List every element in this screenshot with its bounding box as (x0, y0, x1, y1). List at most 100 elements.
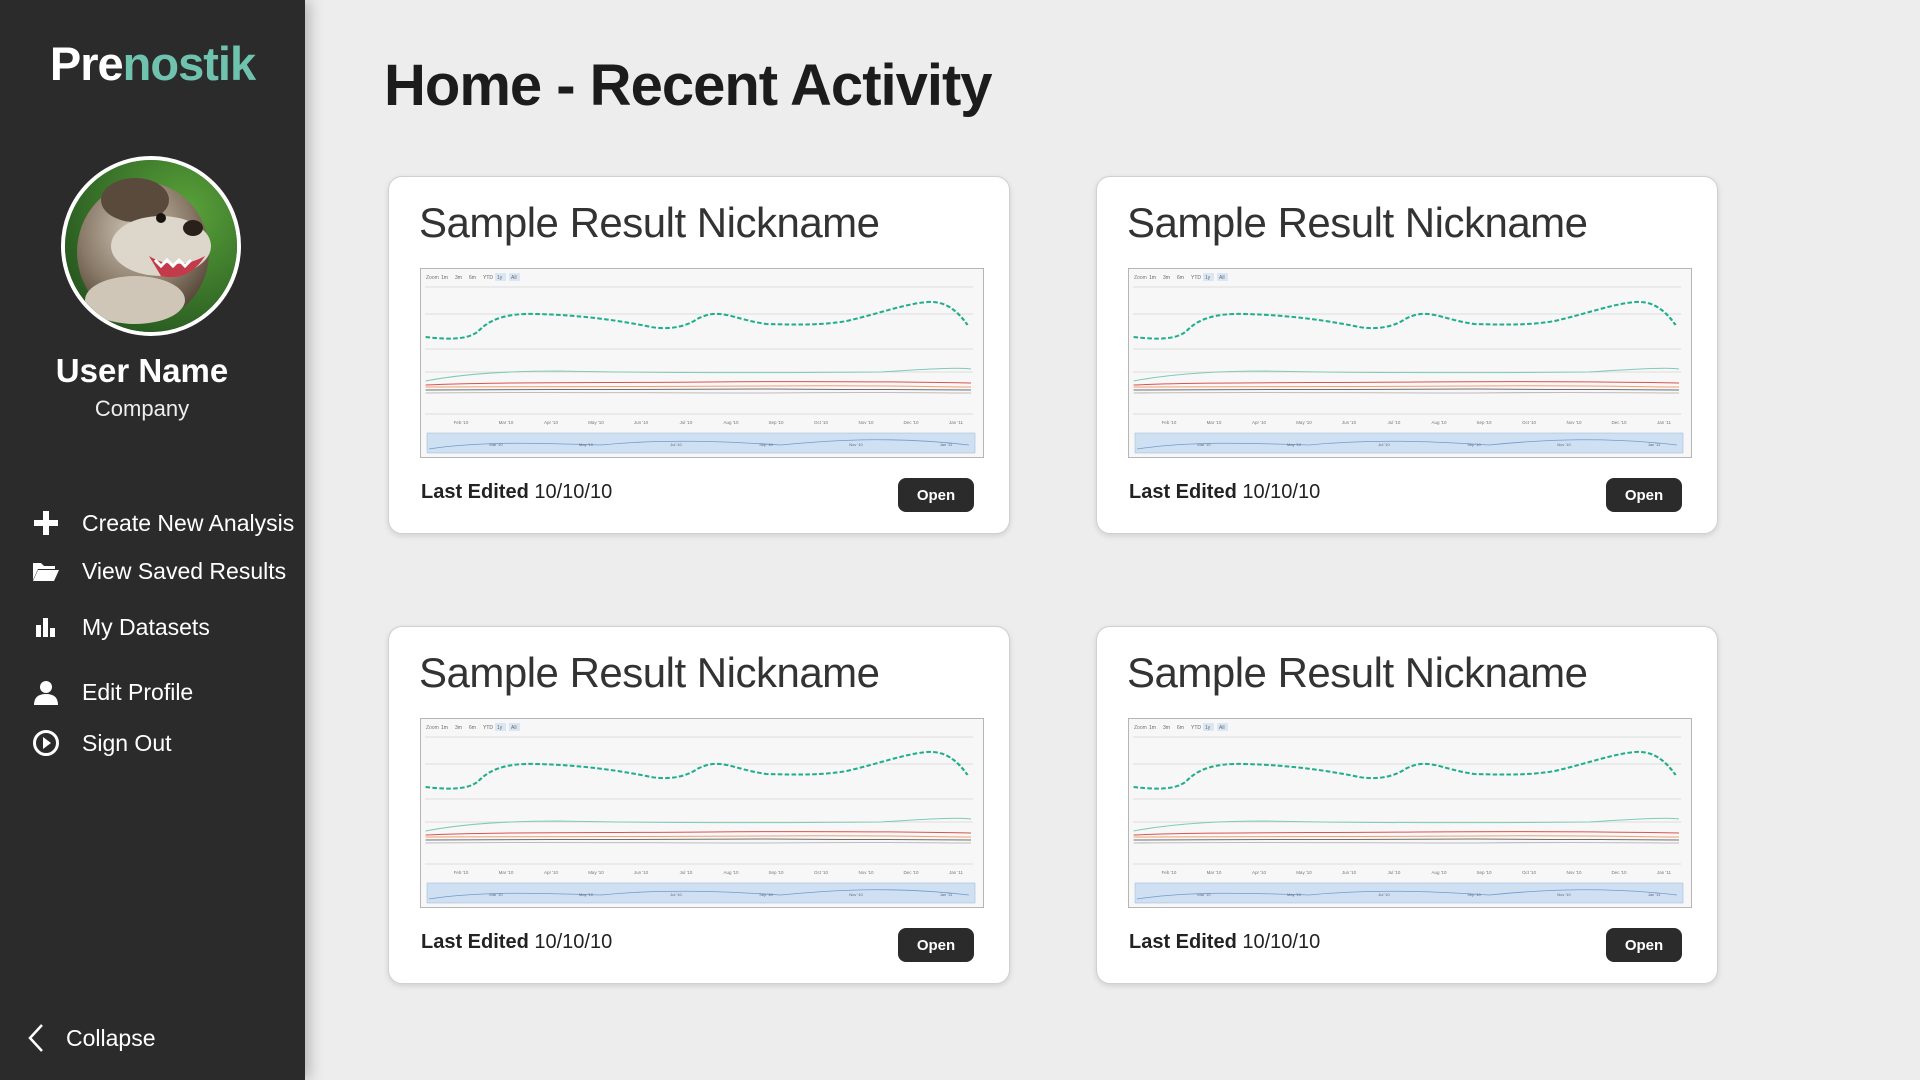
logo-text-part1: Pre (49, 37, 124, 90)
nav-edit-profile[interactable]: Edit Profile (30, 676, 193, 708)
result-card: Sample Result Nickname Zoom 1m 3m 6m YTD 1y Al… (388, 626, 1010, 984)
navigator-tick: Jan '11 (1648, 892, 1661, 897)
zoom-button: YTD (1191, 275, 1201, 281)
open-button[interactable]: Open (898, 928, 974, 962)
x-tick-label: May '10 (1296, 870, 1312, 875)
navigator-tick: Jan '11 (940, 442, 953, 447)
bar-chart-icon (30, 611, 62, 643)
open-button[interactable]: Open (1606, 928, 1682, 962)
collapse-label: Collapse (66, 1024, 156, 1051)
series-line (1133, 835, 1680, 838)
app-logo[interactable]: Prenostik (0, 36, 305, 91)
chart-thumbnail[interactable]: Zoom 1m 3m 6m YTD 1y All Feb '10 Mar '10 Apr '10 M… (420, 268, 984, 458)
x-tick-label: Dec '10 (1611, 870, 1627, 875)
navigator-tick: Mar '10 (1197, 442, 1211, 447)
zoom-button: 1y (497, 725, 503, 731)
zoom-label: Zoom (1134, 275, 1147, 281)
zoom-button: 1y (1205, 275, 1211, 281)
navigator-tick: Nov '10 (849, 892, 863, 897)
series-line (425, 817, 972, 832)
x-tick-label: May '10 (1296, 420, 1312, 425)
zoom-button: 3m (1163, 725, 1170, 731)
last-edited-value: 10/10/10 (1242, 931, 1321, 953)
x-tick-label: Mar '10 (499, 420, 514, 425)
chart-thumbnail[interactable]: Zoom 1m 3m 6m YTD 1y All Feb '10 Mar '10 Apr '10 M… (1128, 268, 1692, 458)
x-tick-label: Oct '10 (1522, 870, 1537, 875)
zoom-button: 1y (1205, 725, 1211, 731)
last-edited-label: Last Edited (421, 931, 529, 953)
zoom-button: 1y (497, 275, 503, 281)
zoom-button: 1m (1149, 275, 1156, 281)
x-tick-label: Aug '10 (723, 870, 739, 875)
x-tick-label: Sep '10 (768, 870, 784, 875)
navigator-tick: Sep '10 (759, 442, 773, 447)
x-tick-label: Jun '10 (634, 420, 649, 425)
zoom-label: Zoom (1134, 725, 1147, 731)
chevron-left-icon (26, 1022, 46, 1054)
last-edited-value: 10/10/10 (534, 931, 613, 953)
navigator-tick: Nov '10 (1557, 442, 1571, 447)
x-tick-label: Jun '10 (1342, 420, 1357, 425)
series-line-main (425, 300, 969, 340)
card-title: Sample Result Nickname (1127, 649, 1588, 696)
x-tick-label: Feb '10 (1162, 420, 1177, 425)
x-tick-label: Nov '10 (858, 420, 874, 425)
series-line (425, 381, 972, 386)
zoom-label: Zoom (426, 275, 439, 281)
open-button[interactable]: Open (898, 478, 974, 512)
x-tick-label: Aug '10 (1431, 420, 1447, 425)
last-edited-label: Last Edited (421, 481, 529, 503)
zoom-button: All (511, 275, 517, 281)
last-edited-label: Last Edited (1129, 931, 1237, 953)
series-line-main (1133, 300, 1677, 340)
x-tick-label: Jul '10 (1388, 420, 1401, 425)
series-line (1133, 367, 1680, 382)
navigator-tick: May '10 (1287, 892, 1302, 897)
navigator-tick: Mar '10 (1197, 892, 1211, 897)
result-card: Sample Result Nickname Zoom 1m 3m 6m YTD 1y Al… (388, 176, 1010, 534)
open-button[interactable]: Open (1606, 478, 1682, 512)
nav-label: Sign Out (82, 729, 172, 756)
avatar[interactable] (61, 156, 241, 336)
x-tick-label: Jul '10 (1388, 870, 1401, 875)
series-line (1133, 838, 1680, 841)
zoom-button: 6m (469, 275, 476, 281)
nav-view-saved-results[interactable]: View Saved Results (30, 555, 286, 587)
x-tick-label: Apr '10 (1252, 420, 1267, 425)
x-tick-label: Aug '10 (1431, 870, 1447, 875)
x-tick-label: Jan '11 (1657, 420, 1672, 425)
card-title: Sample Result Nickname (1127, 199, 1588, 246)
navigator-tick: Nov '10 (849, 442, 863, 447)
zoom-button: 1m (441, 725, 448, 731)
result-card: Sample Result Nickname Zoom 1m 3m 6m YTD 1y Al… (1096, 626, 1718, 984)
x-tick-label: Feb '10 (454, 870, 469, 875)
collapse-button[interactable]: Collapse (26, 1022, 156, 1054)
nav-label: View Saved Results (82, 557, 287, 584)
x-tick-label: Jul '10 (680, 870, 693, 875)
x-tick-label: Oct '10 (814, 870, 829, 875)
user-icon (30, 676, 62, 708)
nav-my-datasets[interactable]: My Datasets (30, 611, 210, 643)
zoom-label: Zoom (426, 725, 439, 731)
series-line-main (425, 750, 969, 790)
nav-label: My Datasets (82, 613, 210, 640)
chart-thumbnail[interactable]: Zoom 1m 3m 6m YTD 1y All Feb '10 Mar '10 Apr '10 M… (1128, 718, 1692, 908)
zoom-button: All (511, 725, 517, 731)
chart-thumbnail[interactable]: Zoom 1m 3m 6m YTD 1y All Feb '10 Mar '10 Apr '10 M… (420, 718, 984, 908)
x-tick-label: Oct '10 (1522, 420, 1537, 425)
x-tick-label: Jan '11 (1657, 870, 1672, 875)
x-tick-label: Feb '10 (454, 420, 469, 425)
result-card: Sample Result Nickname Zoom 1m 3m 6m YTD 1y Al… (1096, 176, 1718, 534)
zoom-button: All (1219, 275, 1225, 281)
folder-open-icon (30, 555, 62, 587)
card-title: Sample Result Nickname (419, 649, 880, 696)
zoom-button: 3m (1163, 275, 1170, 281)
last-edited-label: Last Edited (1129, 481, 1237, 503)
user-name: User Name (55, 352, 229, 389)
nav-sign-out[interactable]: Sign Out (30, 727, 172, 759)
nav-create-new-analysis[interactable]: Create New Analysis (30, 507, 294, 539)
zoom-button: YTD (483, 725, 493, 731)
x-tick-label: Oct '10 (814, 420, 829, 425)
x-tick-label: Mar '10 (1207, 870, 1222, 875)
series-line (1133, 831, 1680, 836)
